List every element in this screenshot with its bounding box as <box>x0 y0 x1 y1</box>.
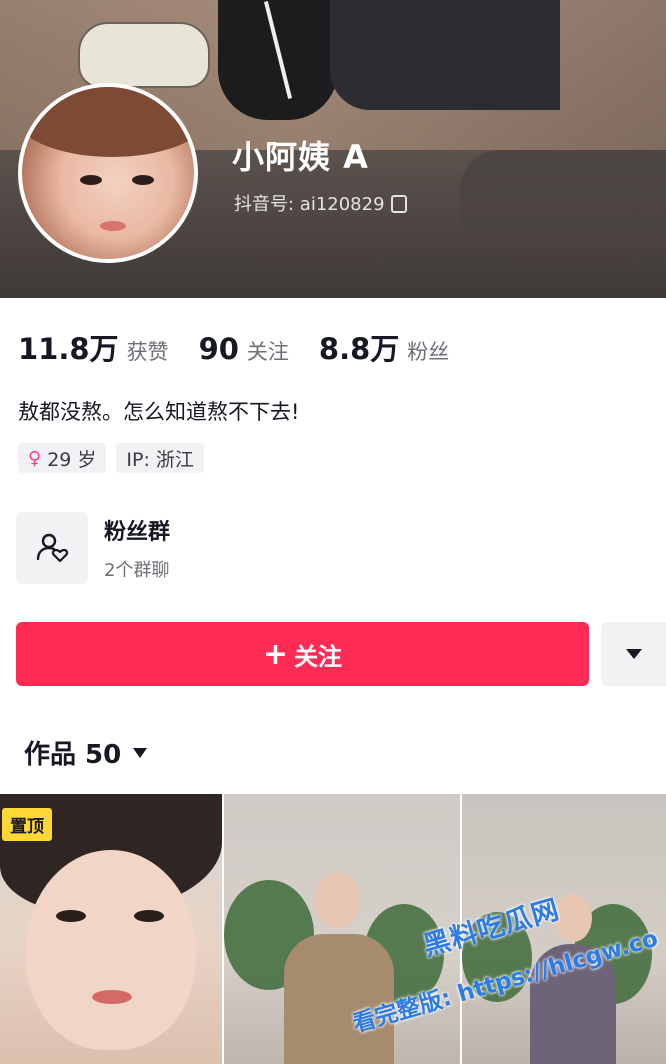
thumb3-plant-left <box>462 912 532 1002</box>
dropdown-triangle-icon <box>625 649 642 659</box>
ip-tag-text: IP: 浙江 <box>126 448 194 471</box>
stat-followers-value: 8.8万 <box>318 332 400 366</box>
cover-bed <box>460 150 666 230</box>
stat-likes-label: 获赞 <box>126 340 169 364</box>
fan-group-text: 粉丝群 2个群聊 <box>104 514 170 582</box>
thumb2-person-body <box>284 934 394 1064</box>
works-grid <box>0 794 666 1064</box>
plus-icon: + <box>262 636 289 672</box>
stat-likes-value: 11.8万 <box>18 332 119 366</box>
thumb3-person-body <box>530 944 616 1064</box>
works-dropdown-icon <box>133 747 148 758</box>
stat-following-value: 90 <box>198 332 239 366</box>
follow-button-label: 关注 <box>294 642 343 671</box>
works-tab-label: 作品 50 <box>24 740 122 770</box>
douyin-id-text: 抖音号: ai120829 <box>234 194 385 215</box>
thumb1-lips <box>92 990 132 1004</box>
avatar-eye-left <box>80 175 102 185</box>
follow-button[interactable]: + 关注 <box>16 622 589 686</box>
thumb1-eye-right <box>134 910 164 922</box>
age-tag-text: 29 岁 <box>47 448 97 471</box>
fan-group-title: 粉丝群 <box>104 520 171 545</box>
cover-pillow <box>78 22 210 88</box>
avatar-lips <box>100 221 126 231</box>
profile-stats: 11.8万 获赞 90 关注 8.8万 粉丝 <box>18 326 479 368</box>
fan-group-icon-box <box>16 512 88 584</box>
avatar[interactable] <box>18 83 198 263</box>
profile-tags: ♀ 29 岁 IP: 浙江 <box>18 443 204 473</box>
fan-group-subtitle: 2个群聊 <box>104 560 170 581</box>
cover-blanket <box>330 0 560 110</box>
video-thumbnail-2[interactable] <box>224 794 460 1064</box>
profile-name: 小阿姨 A <box>232 138 369 176</box>
profile-bio: 敖都没熬。怎么知道熬不下去! <box>18 400 300 424</box>
avatar-eye-right <box>132 175 154 185</box>
fan-group-entry[interactable]: 粉丝群 2个群聊 <box>16 512 170 584</box>
stat-followers[interactable]: 8.8万 粉丝 <box>319 326 449 368</box>
thumb1-eye-left <box>56 910 86 922</box>
douyin-id[interactable]: 抖音号: ai120829 <box>234 190 407 216</box>
thumb2-person-head <box>314 872 360 928</box>
copy-icon[interactable] <box>390 195 407 213</box>
stat-following[interactable]: 90 关注 <box>199 332 289 366</box>
thumb1-face <box>26 850 196 1050</box>
cover-figure <box>218 0 338 120</box>
fan-group-icon <box>36 533 69 563</box>
age-tag: ♀ 29 岁 <box>18 443 107 473</box>
video-thumbnail-3[interactable] <box>462 794 666 1064</box>
female-icon: ♀ <box>28 447 42 469</box>
stat-followers-label: 粉丝 <box>407 340 450 364</box>
works-tab[interactable]: 作品 50 <box>24 734 148 771</box>
stat-likes[interactable]: 11.8万 获赞 <box>18 326 169 368</box>
stat-following-label: 关注 <box>246 340 289 364</box>
more-dropdown-button[interactable] <box>601 622 666 686</box>
ip-tag: IP: 浙江 <box>116 443 204 473</box>
thumb3-person-head <box>554 894 592 942</box>
pinned-badge: 置顶 <box>2 808 52 841</box>
avatar-hair <box>22 87 194 157</box>
